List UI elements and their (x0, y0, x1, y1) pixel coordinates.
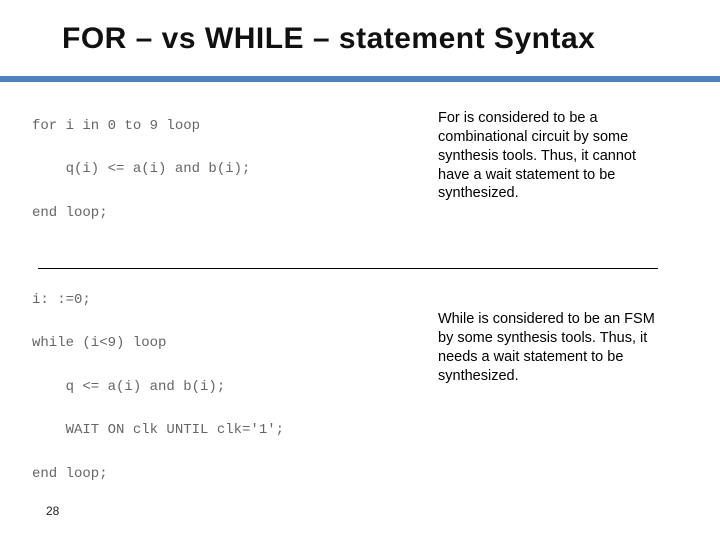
section-divider (38, 268, 658, 269)
code-block-for: for i in 0 to 9 loop q(i) <= a(i) and b(… (32, 116, 392, 224)
page-number: 28 (46, 504, 59, 518)
description-for: For is considered to be a combinational … (438, 109, 668, 203)
title-underline (0, 76, 720, 82)
slide-title: FOR – vs WHILE – statement Syntax (62, 22, 680, 56)
description-while: While is considered to be an FSM by some… (438, 310, 668, 385)
code-block-while: i: :=0; while (i<9) loop q <= a(i) and b… (32, 290, 392, 485)
slide: FOR – vs WHILE – statement Syntax for i … (0, 0, 720, 540)
